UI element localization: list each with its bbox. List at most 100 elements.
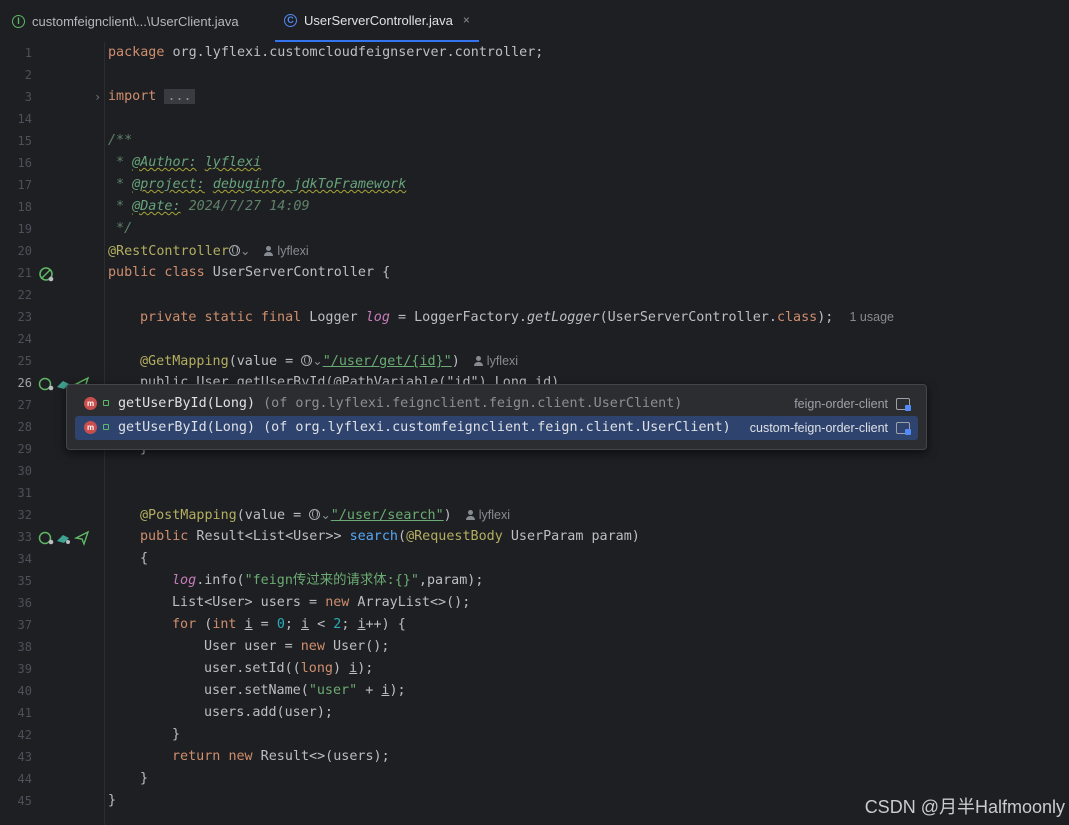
tab-label: UserServerController.java (304, 12, 453, 28)
code-line: 19 */ (0, 218, 1069, 240)
line-code[interactable]: /** (108, 130, 132, 152)
line-code[interactable]: @RestController ⌄ lyflexi (108, 240, 309, 263)
line-code[interactable]: } (172, 724, 180, 746)
line-number: 27 (17, 398, 32, 412)
author-icon (465, 510, 475, 520)
line-code[interactable]: public class UserServerController { (108, 262, 390, 284)
editor-tab-bar: I customfeignclient\...\UserClient.java … (0, 0, 1069, 43)
line-code[interactable]: User user = new User(); (204, 636, 389, 658)
code-editor[interactable]: 1 package org.lyflexi.customcloudfeignse… (0, 42, 1069, 825)
line-code[interactable]: * @Date: 2024/7/27 14:09 (108, 196, 310, 218)
line-number: 17 (17, 178, 32, 192)
line-number: 44 (17, 772, 32, 786)
code-line: 23 private static final Logger log = Log… (0, 306, 1069, 328)
line-number: 30 (17, 464, 32, 478)
code-line: 15 /** (0, 130, 1069, 152)
method-icon: m (84, 397, 97, 410)
line-number: 18 (17, 200, 32, 214)
line-code[interactable]: List<User> users = new ArrayList<>(); (172, 592, 470, 614)
code-line: 3 › import ... (0, 86, 1069, 108)
code-line: 36 List<User> users = new ArrayList<>(); (0, 592, 1069, 614)
line-code[interactable]: log.info("feign传过来的请求体:{}",param); (172, 570, 483, 592)
send-request-icon[interactable] (74, 530, 90, 546)
line-number: 14 (17, 112, 32, 126)
public-access-icon (103, 424, 109, 430)
line-code[interactable]: for (int i = 0; i < 2; i++) { (172, 614, 406, 636)
code-line: 16 * @Author: lyflexi (0, 152, 1069, 174)
module-folder-icon (896, 422, 911, 435)
code-line: 33 public Result<List<User>> search(@Req… (0, 526, 1069, 548)
line-number: 25 (17, 354, 32, 368)
line-number: 38 (17, 640, 32, 654)
fold-chevron-icon[interactable]: › (94, 86, 101, 108)
close-icon[interactable]: × (463, 13, 470, 27)
code-line: 44 } (0, 768, 1069, 790)
line-number: 21 (17, 266, 32, 280)
line-code[interactable]: } (108, 790, 116, 812)
tab-userclient[interactable]: I customfeignclient\...\UserClient.java (12, 0, 239, 42)
web-endpoint-icon[interactable] (38, 530, 54, 546)
line-code[interactable]: package org.lyflexi.customcloudfeignserv… (108, 42, 543, 64)
line-code[interactable]: } (140, 768, 148, 790)
line-code[interactable]: * @Author: lyflexi (108, 152, 261, 174)
spring-bean-icon[interactable] (38, 266, 54, 282)
line-code[interactable]: @GetMapping(value = ⌄"/user/get/{id}") ly… (140, 350, 518, 373)
code-line: 20 @RestController ⌄ lyflexi (0, 240, 1069, 262)
method-icon: m (84, 421, 97, 434)
code-line: 34 { (0, 548, 1069, 570)
line-number: 16 (17, 156, 32, 170)
public-access-icon (103, 400, 109, 406)
tab-userservercontroller[interactable]: C UserServerController.java × (275, 0, 479, 42)
code-line: 30 (0, 460, 1069, 482)
line-code[interactable]: * @project: debuginfo_jdkToFramework (108, 174, 406, 196)
line-number: 15 (17, 134, 32, 148)
line-number: 45 (17, 794, 32, 808)
usage-hint[interactable]: 1 usage (850, 310, 894, 324)
code-line: 41 users.add(user); (0, 702, 1069, 724)
code-line: 39 user.setId((long) i); (0, 658, 1069, 680)
code-line: 37 for (int i = 0; i < 2; i++) { (0, 614, 1069, 636)
line-code[interactable]: import ... (108, 86, 195, 108)
line-code[interactable]: @PostMapping(value = ⌄"/user/search") lyf… (140, 504, 510, 527)
line-number: 36 (17, 596, 32, 610)
popup-item-selected[interactable]: m getUserById(Long) (of org.lyflexi.cust… (75, 416, 918, 440)
line-code[interactable]: user.setId((long) i); (204, 658, 373, 680)
code-line: 21 public class UserServerController { (0, 262, 1069, 284)
code-line: 24 (0, 328, 1069, 350)
line-number: 40 (17, 684, 32, 698)
line-code[interactable]: { (140, 548, 148, 570)
code-line: 25 @GetMapping(value = ⌄"/user/get/{id}"… (0, 350, 1069, 372)
line-number: 33 (17, 530, 32, 544)
line-number: 32 (17, 508, 32, 522)
line-code[interactable]: users.add(user); (204, 702, 333, 724)
globe-icon[interactable] (301, 355, 313, 366)
line-number: 28 (17, 420, 32, 434)
line-number: 41 (17, 706, 32, 720)
globe-icon[interactable] (228, 245, 240, 256)
line-code[interactable]: user.setName("user" + i); (204, 680, 406, 702)
globe-icon[interactable] (309, 509, 321, 520)
author-hint[interactable]: lyflexi (277, 244, 308, 258)
line-number: 24 (17, 332, 32, 346)
line-number: 35 (17, 574, 32, 588)
line-code[interactable]: public Result<List<User>> search(@Reques… (140, 526, 640, 548)
web-endpoint-icon[interactable] (38, 376, 54, 392)
author-icon (264, 246, 274, 256)
code-line: 2 (0, 64, 1069, 86)
watermark: CSDN @月半Halfmoonly (864, 797, 1065, 817)
line-code[interactable]: return new Result<>(users); (172, 746, 390, 768)
line-number: 43 (17, 750, 32, 764)
author-hint[interactable]: lyflexi (479, 508, 510, 522)
author-hint[interactable]: lyflexi (487, 354, 518, 368)
interface-icon: I (12, 14, 25, 28)
popup-item[interactable]: m getUserById(Long) (of org.lyflexi.feig… (75, 392, 918, 416)
line-code[interactable]: */ (108, 218, 132, 240)
line-number: 20 (17, 244, 32, 258)
line-code[interactable]: private static final Logger log = Logger… (140, 306, 894, 329)
code-line: 35 log.info("feign传过来的请求体:{}",param); (0, 570, 1069, 592)
code-line: 32 @PostMapping(value = ⌄"/user/search")… (0, 504, 1069, 526)
code-line: 1 package org.lyflexi.customcloudfeignse… (0, 42, 1069, 64)
feign-client-icon[interactable] (55, 530, 71, 546)
line-number: 22 (17, 288, 32, 302)
folded-imports[interactable]: ... (164, 89, 195, 104)
